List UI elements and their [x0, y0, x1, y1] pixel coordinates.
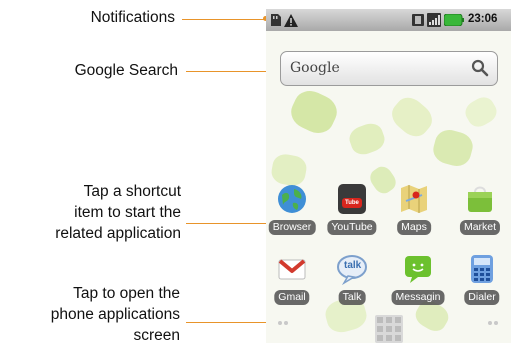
status-bar[interactable]: 23:06	[266, 9, 511, 31]
app-messaging[interactable]: Messagin	[391, 253, 445, 311]
status-time: 23:06	[468, 13, 498, 25]
leader-line-shortcut	[186, 220, 277, 225]
battery-icon	[444, 14, 464, 26]
wallpaper-shape	[386, 91, 438, 143]
app-youtube[interactable]: Tube YouTube	[326, 183, 378, 241]
page-indicator-right[interactable]	[488, 321, 500, 326]
callout-google-search: Google Search	[74, 62, 178, 79]
app-gmail[interactable]: Gmail	[266, 253, 318, 311]
gmail-envelope-icon	[278, 259, 306, 280]
callout-shortcut-line-3: related application	[55, 225, 181, 242]
app-talk[interactable]: talk Talk	[326, 253, 378, 311]
callout-shortcut: Tap a shortcut item to start the related…	[55, 181, 181, 244]
market-bag-icon	[468, 186, 492, 212]
signal-icon	[427, 13, 441, 27]
talk-badge: talk	[344, 260, 362, 271]
wallpaper-shape	[286, 85, 342, 139]
page-indicator-left[interactable]	[278, 321, 290, 326]
app-label: Maps	[397, 220, 431, 235]
app-label: Browser	[268, 220, 316, 235]
app-label: Messagin	[391, 290, 445, 305]
google-search-box[interactable]: Google	[280, 51, 498, 86]
app-drawer-grid-icon[interactable]	[375, 315, 403, 343]
sms-icon	[405, 256, 431, 283]
youtube-badge: Tube	[345, 200, 359, 206]
app-label: Gmail	[274, 290, 310, 305]
search-icon[interactable]	[471, 59, 489, 77]
app-label: Talk	[338, 290, 366, 305]
youtube-icon	[338, 184, 366, 214]
home-screen[interactable]: Google Browser Tube YouTube Maps Market …	[266, 31, 511, 343]
app-browser[interactable]: Browser	[266, 183, 318, 241]
sd-card-icon	[271, 14, 281, 26]
callout-shortcut-line-1: Tap a shortcut	[83, 183, 181, 200]
callout-apps-line-1: Tap to open the	[73, 285, 180, 302]
leader-line-notifications	[182, 16, 268, 21]
app-market[interactable]: Market	[454, 183, 506, 241]
globe-icon	[278, 185, 306, 213]
callout-apps: Tap to open the phone applications scree…	[51, 283, 180, 346]
app-dialer[interactable]: Dialer	[456, 253, 508, 311]
callout-apps-line-2: phone applications	[50, 306, 180, 323]
map-icon	[401, 185, 427, 213]
callout-notifications: Notifications	[90, 9, 175, 26]
dialer-icon	[471, 255, 493, 283]
search-google-label: Google	[290, 60, 340, 76]
phone-screen: 23:06 Google Browser Tube YouTube Maps M…	[266, 9, 511, 343]
app-maps[interactable]: Maps	[388, 183, 440, 241]
wallpaper-shape	[461, 93, 501, 131]
wallpaper-shape	[430, 126, 476, 170]
callout-apps-line-3: screen	[133, 327, 180, 344]
app-label: YouTube	[327, 220, 377, 235]
wallpaper-shape	[346, 120, 388, 158]
callout-shortcut-line-2: item to start the	[74, 204, 181, 221]
app-label: Dialer	[464, 290, 500, 305]
warning-icon	[284, 14, 298, 27]
app-label: Market	[459, 220, 501, 235]
vibrate-icon	[412, 14, 424, 26]
